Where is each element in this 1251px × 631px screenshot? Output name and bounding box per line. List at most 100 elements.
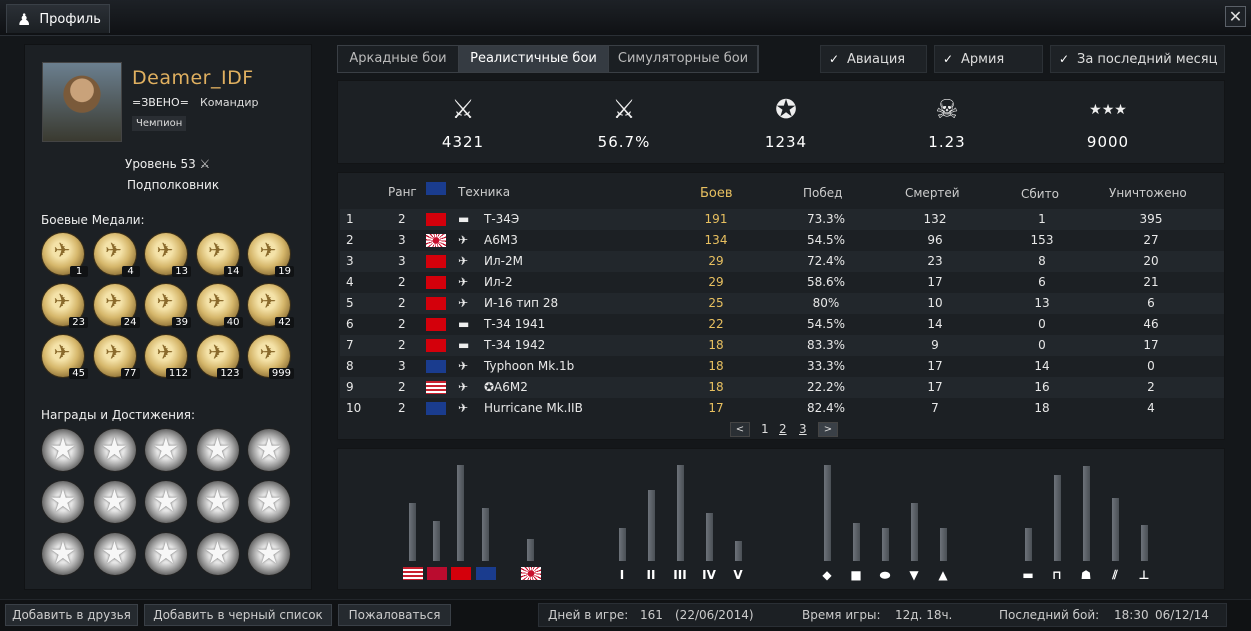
col-rank-header[interactable]: Ранг [388, 185, 417, 199]
tab-mode-0[interactable]: Аркадные бои [338, 46, 459, 72]
achievement-award[interactable]: ★ [145, 533, 187, 575]
flag-uk-icon [426, 360, 446, 373]
row-deaths: 23 [927, 254, 943, 268]
flag-nor-icon [427, 567, 447, 580]
achievement-award[interactable]: ★ [93, 481, 136, 523]
col-wins-header[interactable]: Побед [803, 186, 842, 200]
achievement-award[interactable]: ★ [196, 481, 239, 523]
table-row[interactable]: 6 2 ▬ Т-34 1941 22 54.5% 14 0 46 [340, 314, 1224, 335]
achievement-award[interactable]: ★ [42, 481, 84, 523]
blacklist-button[interactable]: Добавить в черный список [144, 604, 332, 626]
battle-medal[interactable]: ✈ 45 [42, 335, 88, 379]
table-row[interactable]: 3 3 ✈ Ил-2М 29 72.4% 23 8 20 [340, 251, 1224, 272]
col-battles-header[interactable]: Боев [700, 186, 733, 201]
achievement-award[interactable]: ★ [42, 429, 84, 471]
achievement-award[interactable]: ★ [93, 533, 136, 575]
row-rank: 2 [398, 317, 406, 331]
achievement-award[interactable]: ★ [145, 481, 187, 523]
battle-medal[interactable]: ✈ 1 [42, 233, 88, 277]
clan-tag[interactable]: =ЗВЕНО= [132, 96, 189, 109]
header-flag-uk-icon[interactable] [426, 182, 446, 195]
playtime-label: Время игры: [802, 608, 881, 622]
page-link-1[interactable]: 1 [761, 422, 769, 436]
award-star-icon: ★ [101, 536, 128, 571]
page-link-3[interactable]: 3 [799, 422, 807, 436]
medal-count: 13 [172, 266, 191, 277]
battle-medal[interactable]: ✈ 112 [145, 335, 191, 379]
table-row[interactable]: 9 2 ✈ ✪A6M2 18 22.2% 17 16 2 [340, 377, 1224, 398]
battle-medal[interactable]: ✈ 123 [196, 335, 243, 379]
table-body: 1 2 ▬ Т-34Э 191 73.3% 132 1 395 2 3 ✈ A6M3 134 54.5% 96… [338, 209, 1226, 421]
flag-jp-icon [521, 567, 541, 580]
battle-medal[interactable]: ✈ 40 [196, 284, 243, 328]
battle-medal[interactable]: ✈ 19 [248, 233, 294, 277]
tank-icon: ▬ [458, 317, 470, 331]
row-rank: 2 [398, 401, 406, 415]
next-page-button[interactable]: > [818, 422, 838, 437]
chart-bar-vehicle_types [1141, 525, 1148, 561]
row-wins: 72.4% [806, 254, 846, 268]
tab-mode-2[interactable]: Симуляторные бои [609, 46, 758, 72]
table-row[interactable]: 2 3 ✈ A6M3 134 54.5% 96 153 27 [340, 230, 1224, 251]
table-row[interactable]: 10 2 ✈ Hurricane Mk.IIB 17 82.4% 7 18 4 [340, 398, 1224, 419]
table-row[interactable]: 1 2 ▬ Т-34Э 191 73.3% 132 1 395 [340, 209, 1224, 230]
achievement-award[interactable]: ★ [196, 429, 239, 471]
battle-medal[interactable]: ✈ 13 [145, 233, 191, 277]
battle-medal[interactable]: ✈ 23 [42, 284, 88, 328]
row-wins: 22.2% [806, 380, 846, 394]
row-shotdown: 0 [1038, 317, 1046, 331]
battle-medal[interactable]: ✈ 42 [248, 284, 294, 328]
prev-page-button[interactable]: < [730, 422, 750, 437]
chart-bar-nations [409, 503, 416, 561]
summary-stat: ☠ 1.23 [887, 93, 1007, 151]
achievement-award[interactable]: ★ [248, 429, 290, 471]
battle-medal[interactable]: ✈ 14 [196, 233, 243, 277]
col-vehicle-header[interactable]: Техника [458, 185, 510, 199]
col-destroyed-header[interactable]: Уничтожено [1109, 186, 1187, 200]
profile-icon: ♟ [17, 9, 32, 29]
row-rank: 3 [398, 359, 406, 373]
medal-plane-icon: ✈ [53, 340, 71, 364]
report-button[interactable]: Пожаловаться [338, 604, 451, 626]
tab-mode-1[interactable]: Реалистичные бои [459, 46, 609, 72]
achievement-award[interactable]: ★ [248, 481, 290, 523]
battle-medal[interactable]: ✈ 999 [248, 335, 294, 379]
battle-medal[interactable]: ✈ 4 [93, 233, 140, 277]
table-row[interactable]: 4 2 ✈ Ил-2 29 58.6% 17 6 21 [340, 272, 1224, 293]
summary-stat: ⚔ 56.7% [564, 93, 684, 151]
close-button[interactable]: ✕ [1225, 6, 1246, 27]
plane-icon: ✈ [458, 359, 469, 373]
battle-medal[interactable]: ✈ 39 [145, 284, 191, 328]
table-row[interactable]: 5 2 ✈ И-16 тип 28 25 80% 10 13 6 [340, 293, 1224, 314]
chart-bar-nations [433, 521, 440, 561]
tank-icon: ▬ [458, 338, 470, 352]
battle-medal[interactable]: ✈ 24 [93, 284, 140, 328]
col-deaths-header[interactable]: Смертей [905, 186, 960, 200]
award-star-icon: ★ [255, 536, 283, 571]
row-number: 6 [346, 317, 354, 331]
battle-medal[interactable]: ✈ 77 [93, 335, 140, 379]
achievement-award[interactable]: ★ [93, 429, 136, 471]
filter-checkbox-1[interactable]: ✓ Армия [934, 45, 1043, 73]
achievement-award[interactable]: ★ [145, 429, 187, 471]
filter-label: За последний месяц [1077, 51, 1218, 67]
days-label: Дней в игре: [548, 608, 629, 622]
add-friend-button[interactable]: Добавить в друзья [5, 604, 138, 626]
tank-icon: ▬ [458, 212, 470, 226]
table-row[interactable]: 7 2 ▬ Т-34 1942 18 83.3% 9 0 17 [340, 335, 1224, 356]
page-link-2[interactable]: 2 [779, 422, 787, 436]
achievement-award[interactable]: ★ [42, 533, 84, 575]
achievement-award[interactable]: ★ [196, 533, 239, 575]
flag-us-icon [403, 567, 423, 580]
col-shotdown-header[interactable]: Сбито [1021, 187, 1059, 201]
filter-checkbox-0[interactable]: ✓ Авиация [820, 45, 927, 73]
chart-label-ranks: I [619, 568, 625, 582]
table-row[interactable]: 8 3 ✈ Typhoon Mk.1b 18 33.3% 17 14 0 [340, 356, 1224, 377]
profile-tab[interactable]: ♟ Профиль [6, 4, 110, 33]
summary-stat: ⚔ 4321 [403, 93, 523, 151]
filter-checkbox-2[interactable]: ✓ За последний месяц [1050, 45, 1225, 73]
row-deaths: 17 [927, 359, 943, 373]
medal-plane-icon: ✈ [259, 289, 277, 313]
achievement-award[interactable]: ★ [248, 533, 290, 575]
vehicle-name: Т-34 1942 [484, 338, 546, 352]
